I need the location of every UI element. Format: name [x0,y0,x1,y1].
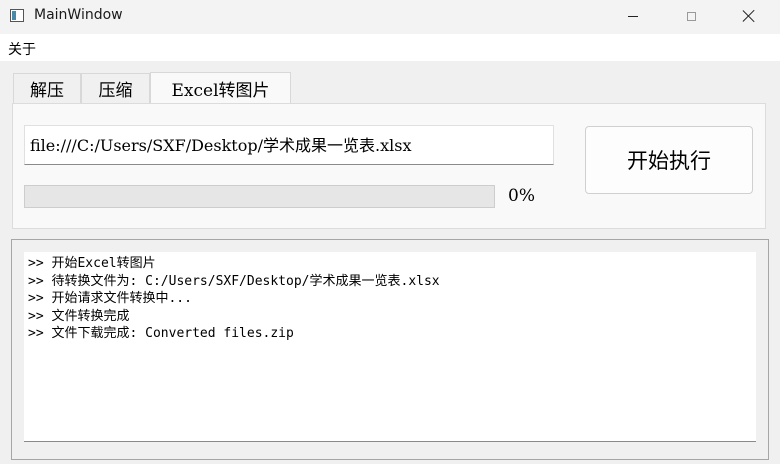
log-line: >> 文件转换完成 [28,308,130,324]
log-line: >> 文件下载完成: Converted files.zip [28,326,294,341]
log-line: >> 开始Excel转图片 [28,256,156,271]
tab-excel-to-image[interactable]: Excel转图片 [150,72,291,104]
window-title: MainWindow [34,7,123,23]
minimize-button[interactable] [610,0,656,32]
close-icon [743,10,755,22]
tab-panel-excel-to-image: file:///C:/Users/SXF/Desktop/学术成果一览表.xls… [12,103,766,229]
tab-decompress[interactable]: 解压 [13,73,81,103]
menu-bar: 关于 [0,34,780,61]
log-output[interactable]: >> 开始Excel转图片 >> 待转换文件为: C:/Users/SXF/De… [24,252,756,442]
minimize-icon [628,15,638,17]
title-bar[interactable]: MainWindow [0,0,780,34]
progress-bar [24,185,495,208]
app-window-icon [10,9,24,22]
maximize-button[interactable] [668,0,714,32]
log-group: >> 开始Excel转图片 >> 待转换文件为: C:/Users/SXF/De… [11,239,769,460]
start-button[interactable]: 开始执行 [585,126,753,194]
menu-item-about[interactable]: 关于 [8,39,36,59]
file-path-input[interactable]: file:///C:/Users/SXF/Desktop/学术成果一览表.xls… [24,125,554,165]
progress-percent-label: 0% [508,186,535,206]
tab-compress[interactable]: 压缩 [81,73,150,103]
log-line: >> 开始请求文件转换中... [28,291,192,306]
close-button[interactable] [726,0,772,32]
maximize-icon [686,11,696,21]
log-line: >> 待转换文件为: C:/Users/SXF/Desktop/学术成果一览表.… [28,273,440,289]
